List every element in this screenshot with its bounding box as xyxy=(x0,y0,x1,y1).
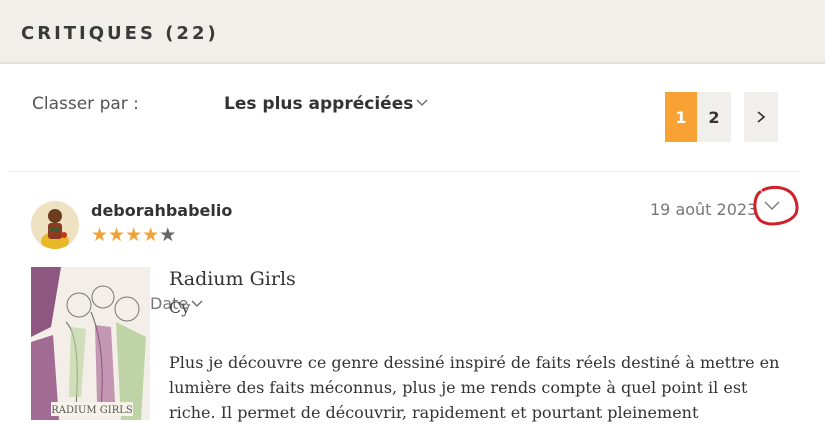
chevron-down-icon xyxy=(191,300,203,307)
star-icon: ★ xyxy=(142,224,160,246)
next-page-button[interactable] xyxy=(744,92,778,142)
page-button-1[interactable]: 1 xyxy=(665,92,697,142)
star-icon: ★ xyxy=(91,224,109,246)
page-button-2[interactable]: 2 xyxy=(697,92,731,142)
sort-label: Classer par : xyxy=(32,94,139,114)
sort-option-popular[interactable]: Les plus appréciées xyxy=(224,94,428,114)
review-text: Plus je découvre ce genre dessiné inspir… xyxy=(169,353,780,422)
sort-option-popular-label: Les plus appréciées xyxy=(224,94,414,114)
divider xyxy=(8,171,800,172)
avatar[interactable] xyxy=(31,201,79,249)
review-options-button[interactable] xyxy=(751,185,799,227)
chevron-right-icon xyxy=(757,111,766,123)
star-icon: ★ xyxy=(125,224,143,246)
book-author[interactable]: Cy xyxy=(169,298,190,317)
star-empty-icon: ★ xyxy=(159,224,177,246)
rating-stars: ★★★★★ xyxy=(91,224,176,246)
book-cover-title: RADIUM GIRLS xyxy=(51,405,133,416)
avatar-image xyxy=(31,201,79,249)
review-username[interactable]: deborahbabelio xyxy=(91,201,232,220)
review-date: 19 août 2023 xyxy=(650,200,758,219)
book-cover[interactable]: RADIUM GIRLS xyxy=(31,267,150,420)
chevron-down-icon xyxy=(753,185,799,226)
chevron-down-icon xyxy=(416,99,428,106)
star-icon: ★ xyxy=(108,224,126,246)
book-title[interactable]: Radium Girls xyxy=(169,268,296,290)
reviews-header: CRITIQUES (22) xyxy=(0,0,825,64)
book-cover-image: RADIUM GIRLS xyxy=(31,267,150,420)
reviews-title: CRITIQUES (22) xyxy=(21,23,219,44)
